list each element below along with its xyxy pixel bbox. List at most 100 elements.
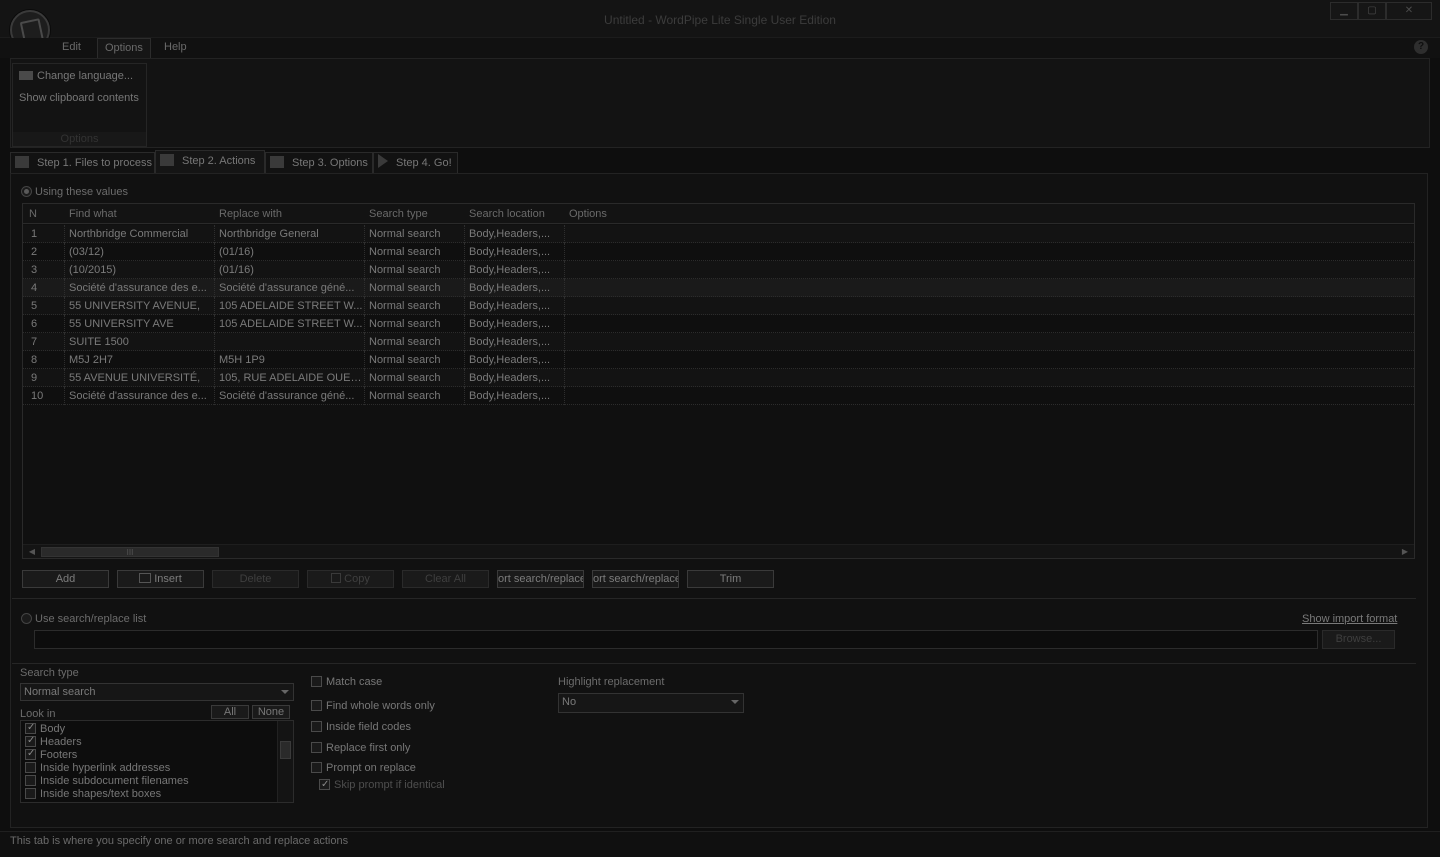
table-row[interactable]: 10 Société d'assurance des e... Société d'… xyxy=(23,387,1414,405)
table-cell-location[interactable]: Body,Headers,... xyxy=(465,369,565,387)
table-row[interactable]: 1 Northbridge Commercial Northbridge Gener… xyxy=(23,225,1414,243)
table-cell-replace[interactable]: 105 ADELAIDE STREET W... xyxy=(215,315,365,333)
table-cell-replace[interactable]: Société d'assurance géné... xyxy=(215,387,365,405)
table-cell-n[interactable]: 9 xyxy=(23,369,65,387)
tab-step-4[interactable]: Step 4. Go! xyxy=(373,152,458,173)
look-in-checkbox[interactable] xyxy=(25,734,36,747)
table-cell-location[interactable]: Body,Headers,... xyxy=(465,315,565,333)
table-row[interactable]: 5 55 UNIVERSITY AVENUE, 105 ADELAIDE STREE… xyxy=(23,297,1414,315)
table-cell-type[interactable]: Normal search xyxy=(365,243,465,261)
change-language-button[interactable]: Change language... xyxy=(19,68,133,84)
copy-button[interactable]: Copy xyxy=(307,570,394,588)
first-only-option[interactable]: Replace first only xyxy=(311,740,410,756)
list-item[interactable]: Inside shapes/text boxes xyxy=(25,788,161,801)
look-in-checkbox[interactable] xyxy=(25,721,36,734)
table-cell-n[interactable]: 5 xyxy=(23,297,65,315)
col-header-search-type[interactable]: Search type xyxy=(369,204,428,224)
table-cell-location[interactable]: Body,Headers,... xyxy=(465,297,565,315)
list-item[interactable]: Footers xyxy=(25,747,77,762)
delete-button[interactable]: Delete xyxy=(212,570,299,588)
help-icon[interactable]: ? xyxy=(1414,40,1428,54)
table-cell-type[interactable]: Normal search xyxy=(365,315,465,333)
table-cell-replace[interactable]: 105 ADELAIDE STREET W... xyxy=(215,297,365,315)
table-row[interactable]: 6 55 UNIVERSITY AVE 105 ADELAIDE STREET W.… xyxy=(23,315,1414,333)
table-cell-location[interactable]: Body,Headers,... xyxy=(465,279,565,297)
col-header-replace[interactable]: Replace with xyxy=(219,204,282,224)
table-cell-type[interactable]: Normal search xyxy=(365,297,465,315)
table-cell-find[interactable]: 55 UNIVERSITY AVE xyxy=(65,315,215,333)
menu-help[interactable]: Help xyxy=(157,38,194,58)
search-type-select[interactable]: Normal search xyxy=(20,683,294,701)
tab-step-1[interactable]: Step 1. Files to process xyxy=(10,152,155,173)
table-cell-replace[interactable]: M5H 1P9 xyxy=(215,351,365,369)
field-codes-option[interactable]: Inside field codes xyxy=(311,719,411,735)
table-cell-n[interactable]: 4 xyxy=(23,279,65,297)
menu-options[interactable]: Options xyxy=(97,38,151,58)
table-cell-location[interactable]: Body,Headers,... xyxy=(465,261,565,279)
tab-step-2[interactable]: Step 2. Actions xyxy=(155,150,265,174)
table-cell-n[interactable]: 8 xyxy=(23,351,65,369)
table-cell-type[interactable]: Normal search xyxy=(365,387,465,405)
table-cell-replace[interactable]: 105, RUE ADELAIDE OUEST xyxy=(215,369,365,387)
look-in-list[interactable]: BodyHeadersFootersInside hyperlink addre… xyxy=(20,720,294,803)
table-cell-location[interactable]: Body,Headers,... xyxy=(465,333,565,351)
table-cell-find[interactable]: Northbridge Commercial xyxy=(65,225,215,243)
browse-button[interactable]: Browse... xyxy=(1322,630,1395,649)
scroll-thumb[interactable] xyxy=(280,741,291,759)
look-in-checkbox[interactable] xyxy=(25,775,36,786)
list-item[interactable]: Inside hyperlink addresses xyxy=(25,762,170,775)
tab-step-3[interactable]: Step 3. Options xyxy=(265,152,373,173)
match-case-option[interactable]: Match case xyxy=(311,674,382,690)
table-cell-find[interactable]: Société d'assurance des e... xyxy=(65,387,215,405)
vertical-scrollbar[interactable] xyxy=(277,721,293,802)
table-cell-find[interactable]: SUITE 1500 xyxy=(65,333,215,351)
highlight-select[interactable]: No xyxy=(558,693,744,713)
scroll-thumb[interactable]: III xyxy=(41,547,219,557)
table-cell-type[interactable]: Normal search xyxy=(365,333,465,351)
table-cell-find[interactable]: 55 UNIVERSITY AVENUE, xyxy=(65,297,215,315)
maximize-button[interactable]: ▢ xyxy=(1358,2,1386,20)
table-cell-n[interactable]: 2 xyxy=(23,243,65,261)
show-import-format-link[interactable]: Show import format xyxy=(1302,613,1397,625)
field-codes-checkbox[interactable] xyxy=(311,721,322,732)
add-button[interactable]: Add xyxy=(22,570,109,588)
col-header-options[interactable]: Options xyxy=(569,204,607,224)
whole-words-checkbox[interactable] xyxy=(311,700,322,711)
table-cell-find[interactable]: M5J 2H7 xyxy=(65,351,215,369)
close-button[interactable]: ✕ xyxy=(1386,2,1432,20)
table-cell-location[interactable]: Body,Headers,... xyxy=(465,243,565,261)
table-cell-replace[interactable]: (01/16) xyxy=(215,261,365,279)
actions-grid[interactable]: N Find what Replace with Search type Sea… xyxy=(22,203,1415,559)
prompt-checkbox[interactable] xyxy=(311,762,322,773)
col-header-find[interactable]: Find what xyxy=(69,204,117,224)
table-row[interactable]: 2 (03/12) (01/16) Normal search Body,Headers… xyxy=(23,243,1414,261)
skip-identical-checkbox[interactable] xyxy=(319,777,330,793)
table-cell-find[interactable]: Société d'assurance des e... xyxy=(65,279,215,297)
table-row[interactable]: 4 Société d'assurance des e... Société d'a… xyxy=(23,279,1414,297)
table-row[interactable]: 9 55 AVENUE UNIVERSITÉ, 105, RUE ADELAIDE … xyxy=(23,369,1414,387)
list-path-input[interactable] xyxy=(34,630,1318,649)
table-cell-n[interactable]: 7 xyxy=(23,333,65,351)
col-header-n[interactable]: N xyxy=(29,204,37,224)
insert-button[interactable]: Insert xyxy=(117,570,204,588)
table-row[interactable]: 7 SUITE 1500 Normal search Body,Headers,... xyxy=(23,333,1414,351)
skip-identical-option[interactable]: Skip prompt if identical xyxy=(319,777,445,793)
match-case-checkbox[interactable] xyxy=(311,676,322,687)
table-cell-replace[interactable]: Société d'assurance géné... xyxy=(215,279,365,297)
table-cell-find[interactable]: (10/2015) xyxy=(65,261,215,279)
table-cell-replace[interactable]: (01/16) xyxy=(215,243,365,261)
trim-button[interactable]: Trim xyxy=(687,570,774,588)
look-in-all-button[interactable]: All xyxy=(211,705,249,719)
first-only-checkbox[interactable] xyxy=(311,742,322,753)
list-item[interactable]: Inside subdocument filenames xyxy=(25,775,189,788)
prompt-option[interactable]: Prompt on replace xyxy=(311,760,416,776)
clear-all-button[interactable]: Clear All xyxy=(402,570,489,588)
table-cell-type[interactable]: Normal search xyxy=(365,369,465,387)
table-cell-n[interactable]: 10 xyxy=(23,387,65,405)
use-list-radio[interactable]: Use search/replace list xyxy=(21,613,146,625)
export-button[interactable]: ort search/replace xyxy=(592,570,679,588)
table-row[interactable]: 3 (10/2015) (01/16) Normal search Body,Heade… xyxy=(23,261,1414,279)
table-cell-location[interactable]: Body,Headers,... xyxy=(465,387,565,405)
horizontal-scrollbar[interactable]: ◀ III ▶ xyxy=(23,544,1414,558)
table-cell-type[interactable]: Normal search xyxy=(365,351,465,369)
